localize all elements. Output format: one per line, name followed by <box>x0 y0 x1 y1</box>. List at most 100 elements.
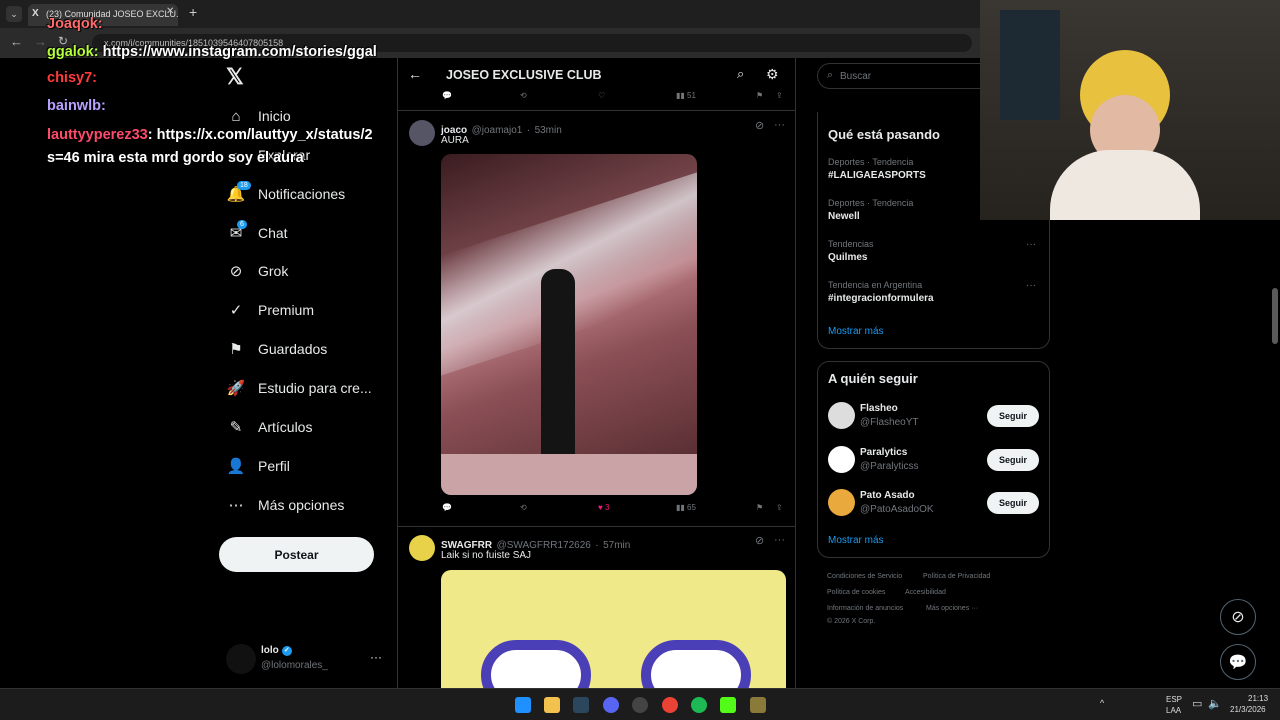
follow-avatar[interactable] <box>828 446 855 473</box>
tray-chevron-icon[interactable]: ^ <box>1100 698 1104 708</box>
account-name-row[interactable]: lolo ✓ <box>261 645 292 656</box>
sidebar-item-6[interactable]: ⚑ Guardados <box>226 334 327 364</box>
tweet-time[interactable]: 53min <box>535 125 562 136</box>
chat-text: : https://x.com/lauttyy_x/status/2 <box>147 127 373 143</box>
tweet-avatar[interactable] <box>409 120 435 146</box>
sidebar-item-9[interactable]: 👤 Perfil <box>226 451 290 481</box>
follow-name[interactable]: Flasheo <box>860 403 898 414</box>
tab-list-button[interactable]: ⌄ <box>6 6 22 22</box>
views-icon[interactable]: ▮▮ 51 <box>676 91 696 100</box>
language-indicator[interactable]: ESP <box>1166 695 1182 704</box>
share-icon[interactable]: ⇪ <box>776 91 783 100</box>
grok-icon[interactable]: ⊘ <box>755 534 764 547</box>
back-arrow-icon[interactable]: ← <box>408 66 422 82</box>
articles-icon: ✎ <box>229 419 243 436</box>
footer-link[interactable]: Más opciones ··· <box>926 605 978 612</box>
grok-icon[interactable]: ⊘ <box>755 119 764 132</box>
chrome-icon[interactable] <box>662 697 678 713</box>
keyboard-layout[interactable]: LAA <box>1166 706 1181 715</box>
page-scrollbar-thumb[interactable] <box>1272 288 1278 344</box>
sidebar-item-7[interactable]: 🚀 Estudio para cre... <box>226 373 372 403</box>
follow-avatar[interactable] <box>828 402 855 429</box>
like-icon[interactable]: ♡ <box>598 91 605 100</box>
grok-fab[interactable]: ⊘ <box>1220 599 1256 635</box>
new-tab-button[interactable]: + <box>189 4 197 20</box>
sidebar-item-label: Grok <box>258 263 289 279</box>
tweet-image[interactable] <box>441 570 786 688</box>
footer-link[interactable]: Condiciones de Servicio <box>827 573 902 580</box>
sidebar-item-3[interactable]: ✉ 6 Chat <box>226 218 288 248</box>
post-button[interactable]: Postear <box>219 537 374 572</box>
trend-more-icon[interactable]: ··· <box>1026 280 1036 291</box>
close-tab-icon[interactable]: ✕ <box>166 6 174 17</box>
back-arrow-icon[interactable]: ← <box>10 34 23 49</box>
forward-arrow-icon[interactable]: → <box>34 34 47 49</box>
follow-name[interactable]: Paralytics <box>860 447 907 458</box>
trend-more-icon[interactable]: ··· <box>1026 239 1036 250</box>
reply-icon[interactable]: 💬 <box>442 503 452 512</box>
search-box[interactable]: ⌕ Buscar <box>817 63 980 89</box>
search-icon[interactable]: ⌕ <box>737 66 744 82</box>
bookmark-icon[interactable]: ⚑ <box>756 91 763 100</box>
app-icon[interactable] <box>750 697 766 713</box>
share-icon[interactable]: ⇪ <box>776 503 783 512</box>
tweet-author-handle[interactable]: @joamajo1 <box>472 125 523 136</box>
x-logo-icon[interactable]: 𝕏 <box>226 64 248 89</box>
account-more-icon[interactable]: ··· <box>370 650 382 664</box>
chat-fab[interactable]: 💬 <box>1220 644 1256 680</box>
account-avatar[interactable] <box>226 644 256 674</box>
trends-show-more[interactable]: Mostrar más <box>828 326 884 337</box>
follow-avatar[interactable] <box>828 489 855 516</box>
steam-icon[interactable] <box>573 697 589 713</box>
clock-time[interactable]: 21:13 <box>1248 694 1268 703</box>
sidebar-item-2[interactable]: 🔔 18 Notificaciones <box>226 179 345 209</box>
repost-icon[interactable]: ⟲ <box>520 503 527 512</box>
footer-copyright: © 2026 X Corp. <box>827 618 876 625</box>
tweet-1[interactable]: joaco @joamajo1 · 53min ⊘ ··· AURA 💬 ⟲ ♥… <box>398 111 795 526</box>
follow-show-more[interactable]: Mostrar más <box>828 535 884 546</box>
follow-name[interactable]: Pato Asado <box>860 490 915 501</box>
obs-icon[interactable] <box>632 697 648 713</box>
tweet-2[interactable]: SWAGFRR @SWAGFRR172626 · 57min ⊘ ··· Lai… <box>398 527 795 688</box>
reply-icon[interactable]: 💬 <box>442 91 452 100</box>
who-to-follow-title: A quién seguir <box>828 371 918 386</box>
follow-button[interactable]: Seguir <box>987 405 1039 427</box>
sidebar-item-10[interactable]: ⋯ Más opciones <box>226 490 345 520</box>
trend-item[interactable]: Tendencia en Argentina #integracionformul… <box>828 280 1041 304</box>
clock-date[interactable]: 21/3/2026 <box>1230 705 1266 714</box>
sidebar-item-4[interactable]: ⊘ Grok <box>226 256 289 286</box>
views-icon[interactable]: ▮▮ 65 <box>676 503 696 512</box>
trend-item[interactable]: Tendencias Quilmes ··· <box>828 239 1041 263</box>
account-handle: @lolomorales_ <box>261 660 328 671</box>
tweet-avatar[interactable] <box>409 535 435 561</box>
follow-button[interactable]: Seguir <box>987 492 1039 514</box>
sidebar-item-5[interactable]: ✓ Premium <box>226 295 314 325</box>
like-icon[interactable]: ♥ 3 <box>598 503 609 512</box>
chat-message: lauttyyperez33: https://x.com/lauttyy_x/… <box>47 127 373 143</box>
footer-link[interactable]: Política de cookies <box>827 589 885 596</box>
trends-title: Qué está pasando <box>828 127 940 142</box>
spotify-icon[interactable] <box>691 697 707 713</box>
follow-button[interactable]: Seguir <box>987 449 1039 471</box>
network-icon[interactable]: ▭ <box>1192 697 1202 710</box>
views-count: 65 <box>687 503 696 512</box>
volume-icon[interactable]: 🔈 <box>1208 697 1222 710</box>
sidebar-item-label: Más opciones <box>258 497 345 513</box>
tweet-more-icon[interactable]: ··· <box>774 534 785 546</box>
tweet-image[interactable] <box>441 154 697 495</box>
file-explorer-icon[interactable] <box>544 697 560 713</box>
discord-icon[interactable] <box>603 697 619 713</box>
bookmark-icon: ⚑ <box>229 341 243 358</box>
repost-icon[interactable]: ⟲ <box>520 91 527 100</box>
footer-link[interactable]: Accesibilidad <box>905 589 946 596</box>
sidebar-item-8[interactable]: ✎ Artículos <box>226 412 313 442</box>
tweet-more-icon[interactable]: ··· <box>774 119 785 131</box>
bookmark-icon[interactable]: ⚑ <box>756 503 763 512</box>
settings-gear-icon[interactable]: ⚙ <box>766 66 779 83</box>
tweet-time[interactable]: 57min <box>603 540 630 551</box>
kick-icon[interactable] <box>720 697 736 713</box>
footer-link[interactable]: Política de Privacidad <box>923 573 990 580</box>
footer-link[interactable]: Información de anuncios <box>827 605 903 612</box>
sidebar-item-label: Artículos <box>258 419 313 435</box>
start-icon[interactable] <box>515 697 531 713</box>
